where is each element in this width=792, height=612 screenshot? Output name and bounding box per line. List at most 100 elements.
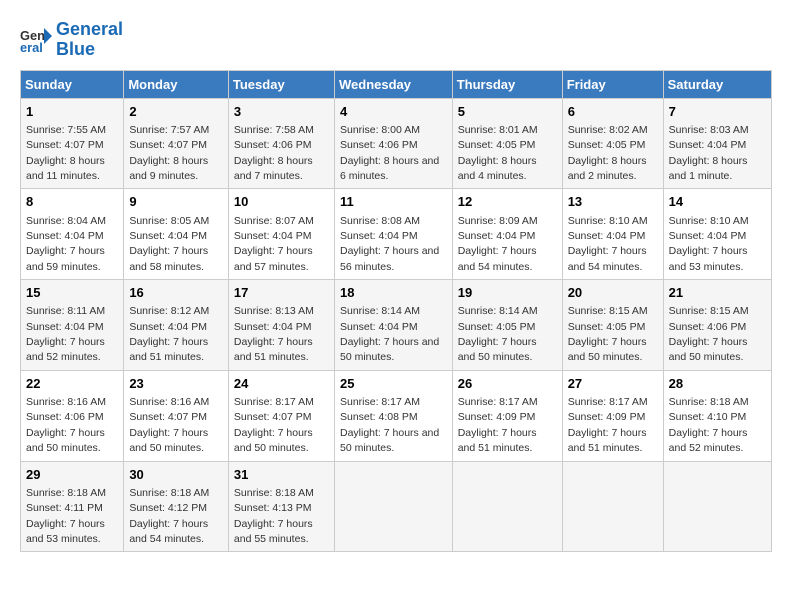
- calendar-week-row: 22Sunrise: 8:16 AMSunset: 4:06 PMDayligh…: [21, 370, 772, 461]
- sunrise-text: Sunrise: 8:18 AM: [129, 487, 209, 499]
- sunset-text: Sunset: 4:07 PM: [129, 411, 207, 423]
- daylight-text: Daylight: 7 hours and 58 minutes.: [129, 245, 208, 272]
- calendar-week-row: 29Sunrise: 8:18 AMSunset: 4:11 PMDayligh…: [21, 461, 772, 552]
- sunrise-text: Sunrise: 8:01 AM: [458, 124, 538, 136]
- sunset-text: Sunset: 4:04 PM: [669, 230, 747, 242]
- sunset-text: Sunset: 4:07 PM: [234, 411, 312, 423]
- calendar-cell: 18Sunrise: 8:14 AMSunset: 4:04 PMDayligh…: [334, 280, 452, 371]
- daylight-text: Daylight: 7 hours and 59 minutes.: [26, 245, 105, 272]
- daylight-text: Daylight: 7 hours and 50 minutes.: [669, 336, 748, 363]
- sunset-text: Sunset: 4:04 PM: [26, 321, 104, 333]
- daylight-text: Daylight: 7 hours and 51 minutes.: [234, 336, 313, 363]
- day-number: 16: [129, 284, 223, 302]
- daylight-text: Daylight: 7 hours and 50 minutes.: [26, 427, 105, 454]
- sunset-text: Sunset: 4:06 PM: [234, 139, 312, 151]
- day-number: 7: [669, 103, 766, 121]
- day-number: 15: [26, 284, 118, 302]
- sunrise-text: Sunrise: 8:18 AM: [26, 487, 106, 499]
- calendar-cell: 5Sunrise: 8:01 AMSunset: 4:05 PMDaylight…: [452, 98, 562, 189]
- daylight-text: Daylight: 7 hours and 54 minutes.: [568, 245, 647, 272]
- sunset-text: Sunset: 4:05 PM: [458, 321, 536, 333]
- sunrise-text: Sunrise: 8:09 AM: [458, 215, 538, 227]
- calendar-cell: 19Sunrise: 8:14 AMSunset: 4:05 PMDayligh…: [452, 280, 562, 371]
- calendar-cell: 17Sunrise: 8:13 AMSunset: 4:04 PMDayligh…: [228, 280, 334, 371]
- sunrise-text: Sunrise: 8:02 AM: [568, 124, 648, 136]
- daylight-text: Daylight: 7 hours and 52 minutes.: [26, 336, 105, 363]
- day-number: 27: [568, 375, 658, 393]
- sunset-text: Sunset: 4:05 PM: [568, 139, 646, 151]
- day-number: 20: [568, 284, 658, 302]
- calendar-cell: 11Sunrise: 8:08 AMSunset: 4:04 PMDayligh…: [334, 189, 452, 280]
- sunrise-text: Sunrise: 8:12 AM: [129, 305, 209, 317]
- day-header-friday: Friday: [562, 70, 663, 98]
- calendar-cell: 6Sunrise: 8:02 AMSunset: 4:05 PMDaylight…: [562, 98, 663, 189]
- sunset-text: Sunset: 4:06 PM: [669, 321, 747, 333]
- day-number: 11: [340, 193, 447, 211]
- calendar-cell: 15Sunrise: 8:11 AMSunset: 4:04 PMDayligh…: [21, 280, 124, 371]
- daylight-text: Daylight: 8 hours and 2 minutes.: [568, 155, 647, 182]
- daylight-text: Daylight: 8 hours and 6 minutes.: [340, 155, 439, 182]
- svg-text:eral: eral: [20, 40, 43, 55]
- day-number: 30: [129, 466, 223, 484]
- sunrise-text: Sunrise: 8:15 AM: [669, 305, 749, 317]
- daylight-text: Daylight: 8 hours and 7 minutes.: [234, 155, 313, 182]
- sunset-text: Sunset: 4:04 PM: [26, 230, 104, 242]
- calendar-cell: 22Sunrise: 8:16 AMSunset: 4:06 PMDayligh…: [21, 370, 124, 461]
- calendar-cell: 9Sunrise: 8:05 AMSunset: 4:04 PMDaylight…: [124, 189, 229, 280]
- calendar-cell: [452, 461, 562, 552]
- day-number: 28: [669, 375, 766, 393]
- sunrise-text: Sunrise: 8:17 AM: [458, 396, 538, 408]
- calendar-header-row: SundayMondayTuesdayWednesdayThursdayFrid…: [21, 70, 772, 98]
- day-header-sunday: Sunday: [21, 70, 124, 98]
- daylight-text: Daylight: 7 hours and 50 minutes.: [340, 336, 439, 363]
- day-number: 26: [458, 375, 557, 393]
- sunrise-text: Sunrise: 7:58 AM: [234, 124, 314, 136]
- sunset-text: Sunset: 4:04 PM: [129, 321, 207, 333]
- sunrise-text: Sunrise: 8:17 AM: [340, 396, 420, 408]
- daylight-text: Daylight: 8 hours and 1 minute.: [669, 155, 748, 182]
- daylight-text: Daylight: 8 hours and 9 minutes.: [129, 155, 208, 182]
- calendar-cell: 26Sunrise: 8:17 AMSunset: 4:09 PMDayligh…: [452, 370, 562, 461]
- day-number: 24: [234, 375, 329, 393]
- sunrise-text: Sunrise: 8:17 AM: [234, 396, 314, 408]
- calendar-body: 1Sunrise: 7:55 AMSunset: 4:07 PMDaylight…: [21, 98, 772, 552]
- calendar-cell: 28Sunrise: 8:18 AMSunset: 4:10 PMDayligh…: [663, 370, 771, 461]
- sunrise-text: Sunrise: 8:10 AM: [568, 215, 648, 227]
- daylight-text: Daylight: 7 hours and 50 minutes.: [340, 427, 439, 454]
- sunset-text: Sunset: 4:04 PM: [458, 230, 536, 242]
- calendar-week-row: 1Sunrise: 7:55 AMSunset: 4:07 PMDaylight…: [21, 98, 772, 189]
- sunset-text: Sunset: 4:06 PM: [340, 139, 418, 151]
- calendar-cell: 24 Sunrise: 8:17 AM Sunset: 4:07 PM Dayligh…: [228, 370, 334, 461]
- sunset-text: Sunset: 4:08 PM: [340, 411, 418, 423]
- calendar-cell: [562, 461, 663, 552]
- calendar-cell: 4Sunrise: 8:00 AMSunset: 4:06 PMDaylight…: [334, 98, 452, 189]
- daylight-text: Daylight: 7 hours and 51 minutes.: [568, 427, 647, 454]
- sunrise-text: Sunrise: 8:05 AM: [129, 215, 209, 227]
- day-header-thursday: Thursday: [452, 70, 562, 98]
- daylight-text: Daylight: 7 hours and 50 minutes.: [234, 427, 313, 454]
- sunrise-text: Sunrise: 8:15 AM: [568, 305, 648, 317]
- calendar-cell: 3Sunrise: 7:58 AMSunset: 4:06 PMDaylight…: [228, 98, 334, 189]
- calendar-cell: 20Sunrise: 8:15 AMSunset: 4:05 PMDayligh…: [562, 280, 663, 371]
- daylight-text: Daylight: 7 hours and 54 minutes.: [129, 518, 208, 545]
- sunset-text: Sunset: 4:11 PM: [26, 502, 103, 514]
- sunset-text: Sunset: 4:04 PM: [669, 139, 747, 151]
- day-header-monday: Monday: [124, 70, 229, 98]
- day-number: 19: [458, 284, 557, 302]
- day-number: 13: [568, 193, 658, 211]
- day-number: 9: [129, 193, 223, 211]
- calendar-cell: 16Sunrise: 8:12 AMSunset: 4:04 PMDayligh…: [124, 280, 229, 371]
- calendar-cell: 23Sunrise: 8:16 AMSunset: 4:07 PMDayligh…: [124, 370, 229, 461]
- calendar-cell: 13Sunrise: 8:10 AMSunset: 4:04 PMDayligh…: [562, 189, 663, 280]
- day-number: 4: [340, 103, 447, 121]
- daylight-text: Daylight: 7 hours and 51 minutes.: [458, 427, 537, 454]
- sunset-text: Sunset: 4:04 PM: [340, 321, 418, 333]
- daylight-text: Daylight: 7 hours and 54 minutes.: [458, 245, 537, 272]
- sunset-text: Sunset: 4:09 PM: [568, 411, 646, 423]
- day-number: 2: [129, 103, 223, 121]
- sunrise-text: Sunrise: 8:16 AM: [26, 396, 106, 408]
- sunrise-text: Sunrise: 8:08 AM: [340, 215, 420, 227]
- sunrise-text: Sunrise: 8:04 AM: [26, 215, 106, 227]
- logo-icon: Gen eral: [20, 24, 52, 56]
- sunrise-text: Sunrise: 8:10 AM: [669, 215, 749, 227]
